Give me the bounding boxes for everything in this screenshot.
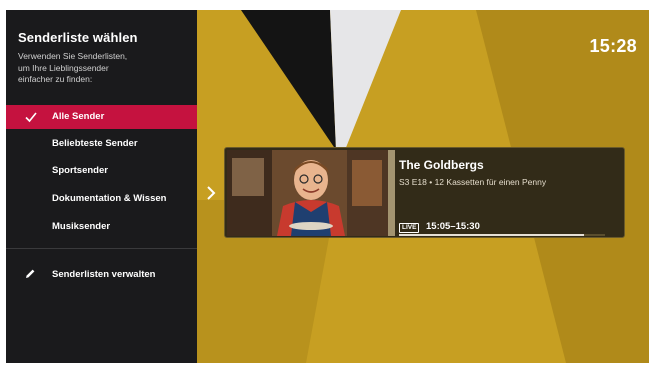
list-item-musiksender[interactable]: Musiksender: [6, 215, 197, 239]
list-item-beliebteste-sender[interactable]: Beliebteste Sender: [6, 132, 197, 156]
tv-screen: Senderliste wählen Verwenden Sie Senderl…: [6, 10, 649, 363]
list-item-label: Beliebteste Sender: [52, 138, 138, 149]
live-badge: LIVE: [399, 223, 420, 233]
program-card[interactable]: The Goldbergs S3 E18 • 12 Kassetten für …: [224, 147, 625, 238]
progress-fill: [399, 234, 585, 236]
list-item-dokumentation[interactable]: Dokumentation & Wissen: [6, 187, 197, 211]
progress-bar: [399, 234, 605, 236]
sidebar-title: Senderliste wählen: [18, 30, 138, 45]
chevron-right-icon[interactable]: [205, 184, 217, 202]
pencil-icon: [26, 269, 35, 278]
manage-lists-button[interactable]: Senderlisten verwalten: [6, 264, 197, 286]
sidebar-description: Verwenden Sie Senderlisten, um Ihre Lieb…: [18, 51, 128, 84]
program-thumbnail: [227, 150, 388, 236]
list-item-label: Alle Sender: [52, 111, 105, 122]
list-item-label: Musiksender: [52, 221, 111, 232]
clock: 15:28: [589, 36, 637, 56]
program-title: The Goldbergs: [399, 158, 484, 172]
sidebar-divider: [6, 248, 197, 249]
list-item-label: Dokumentation & Wissen: [52, 193, 167, 204]
thumbnail-edge: [388, 150, 395, 236]
list-item-sportsender[interactable]: Sportsender: [6, 159, 197, 183]
channel-list-sidebar: Senderliste wählen Verwenden Sie Senderl…: [6, 10, 197, 363]
manage-lists-label: Senderlisten verwalten: [52, 269, 156, 280]
list-item-alle-sender[interactable]: Alle Sender: [6, 105, 197, 129]
check-icon: [25, 112, 37, 123]
program-episode: S3 E18 • 12 Kassetten für einen Penny: [399, 177, 547, 187]
program-time: 15:05–15:30: [426, 221, 480, 232]
list-item-label: Sportsender: [52, 165, 108, 176]
